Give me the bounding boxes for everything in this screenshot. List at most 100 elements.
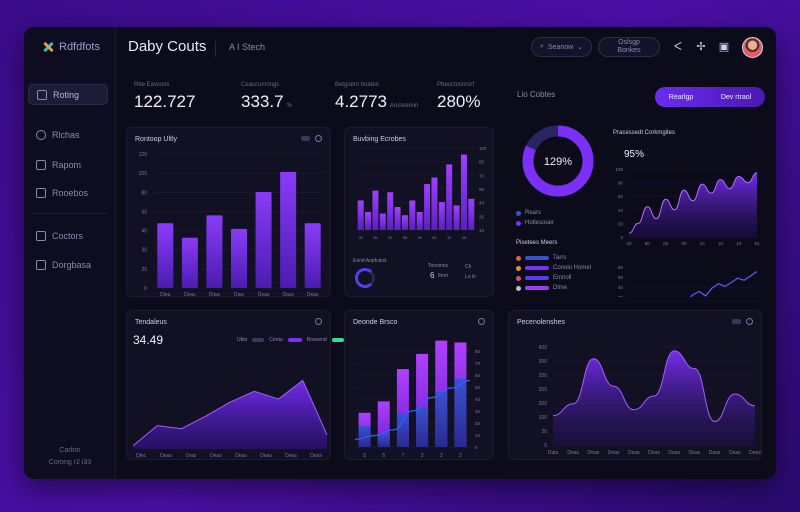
x-tick-label: Dias bbox=[234, 292, 245, 298]
x-tick-label: Oraz bbox=[186, 453, 197, 459]
x-tick-label: 5 bbox=[382, 453, 385, 459]
sidebar-item-label: Roting bbox=[53, 89, 80, 100]
x-tick-label: 00 bbox=[681, 241, 687, 246]
bar bbox=[453, 205, 460, 230]
sidebar-item-coctors[interactable]: Coctors bbox=[28, 225, 108, 246]
bar bbox=[401, 215, 408, 230]
cta-left-label[interactable]: Rearlgp bbox=[669, 94, 694, 101]
report-icon bbox=[36, 159, 46, 170]
x-tick-label: 10 bbox=[700, 241, 706, 246]
x-tick-label: 45 bbox=[462, 235, 467, 240]
x-tick-label: Data bbox=[548, 450, 559, 456]
sidebar-item-rapom[interactable]: Rapom bbox=[28, 154, 108, 175]
y-tick-label: 10 bbox=[479, 228, 485, 233]
bar bbox=[157, 223, 174, 288]
sidebar-item-dorgbasa[interactable]: Dorgbasa bbox=[28, 254, 108, 275]
grid-icon bbox=[36, 187, 46, 198]
list-item: Conoio Homel bbox=[553, 265, 592, 271]
donut-card: 129% Rears Hotlesouer bbox=[508, 115, 608, 235]
action-toggle[interactable]: Rearlgp Dev rtraol bbox=[655, 87, 765, 107]
y-tick-label: 20 bbox=[475, 421, 481, 426]
chevron-icon[interactable]: ᐸ bbox=[671, 40, 685, 54]
sidebar-item-rooebos[interactable]: Rooebos bbox=[28, 182, 108, 203]
stacked-bar-card: Deonde Brsco 80 70 60 50 40 30 20 10 0 S 5 7 3 3 2 bbox=[344, 310, 494, 460]
bar bbox=[357, 200, 364, 230]
x-tick-label: 10 bbox=[447, 235, 452, 240]
sidebar-item-label: Rlchas bbox=[52, 129, 80, 140]
y-tick-label: 60 bbox=[618, 194, 624, 199]
account-pill[interactable]: Oslsgp Bonkes bbox=[598, 37, 660, 57]
database-icon bbox=[36, 259, 46, 270]
bar bbox=[416, 211, 423, 230]
y-tick-label: 100 bbox=[615, 167, 623, 172]
cta-right-label[interactable]: Dev rtraol bbox=[721, 94, 751, 101]
x-tick-label: 7 bbox=[402, 453, 405, 459]
y-tick-label: 60 bbox=[141, 209, 147, 215]
donut-value: 129% bbox=[544, 156, 572, 168]
footer-side: Ch bbox=[465, 264, 472, 270]
y-tick-label: 60 bbox=[475, 373, 481, 378]
brand-name: Rdfdfots bbox=[59, 41, 100, 53]
x-tick-label: Deas bbox=[307, 292, 319, 298]
sidebar-item-label: Coctors bbox=[52, 230, 84, 241]
account-line1: Oslsgp bbox=[618, 39, 640, 46]
bar bbox=[394, 207, 401, 230]
y-tick-label: 40 bbox=[475, 397, 481, 402]
stat-unit: % bbox=[286, 103, 292, 109]
x-tick-label: 20 bbox=[626, 241, 632, 246]
footer-sub: Tonoinns bbox=[428, 263, 449, 269]
sidebar-footer-title: Carbor bbox=[59, 447, 81, 454]
area-fill bbox=[133, 380, 327, 449]
card-title: Pisetees Meers bbox=[516, 240, 558, 246]
x-tick-label: 90 bbox=[417, 235, 422, 240]
stacked-bar-chart: 80 70 60 50 40 30 20 10 0 S 5 7 3 3 2 bbox=[354, 340, 481, 459]
y-tick-label: 300 bbox=[539, 359, 548, 365]
x-tick-label: Deas bbox=[160, 453, 172, 459]
y-tick-label: 80 bbox=[141, 190, 147, 196]
x-tick-label: Deas bbox=[310, 453, 322, 459]
list-item: Dlme bbox=[553, 285, 568, 291]
x-tick-label: Deas bbox=[210, 453, 222, 459]
y-tick-label: 20 bbox=[141, 267, 147, 273]
y-tick-label: 80 bbox=[618, 181, 624, 186]
wave-chart: 600300200250300100200Data Deas Deas Deas Dea… bbox=[539, 345, 762, 456]
bar bbox=[255, 191, 272, 288]
bar-chart: 120 100 80 60 40 30 20 0 Dlea Deas Ditas Dias Deas Da… bbox=[139, 152, 325, 298]
sidebar-item-rlchas[interactable]: Rlchas bbox=[28, 124, 108, 145]
sidebar-item-roting[interactable]: Roting bbox=[28, 84, 108, 105]
y-tick-label: 600 bbox=[539, 345, 548, 351]
avatar[interactable] bbox=[742, 37, 763, 58]
dashboard-window: Rdfdfots Roting Rlchas Rapom Rooebos Coc… bbox=[24, 27, 776, 479]
search-icon bbox=[36, 129, 46, 140]
footer-sub: Ihrer bbox=[438, 273, 449, 279]
stat-label: Ceaccumrings bbox=[241, 82, 280, 88]
puzzle-icon[interactable]: ✢ bbox=[694, 40, 708, 54]
x-tick-label: S bbox=[363, 453, 367, 459]
brand-logo[interactable]: Rdfdfots bbox=[42, 41, 100, 53]
search-pill[interactable]: ⌕ Seanow ⌄ bbox=[531, 37, 592, 57]
y-tick-label: 30 bbox=[475, 409, 481, 414]
stat-value: 333.7 bbox=[241, 92, 284, 111]
x-tick-label: Dass bbox=[282, 292, 294, 298]
x-tick-label: Deas bbox=[588, 450, 600, 456]
x-tick-label: 3 bbox=[421, 453, 424, 459]
x-tick-label: Deas bbox=[567, 450, 579, 456]
account-line2: Bonkes bbox=[617, 47, 641, 54]
sidebar-divider bbox=[32, 213, 108, 214]
bar bbox=[468, 198, 475, 230]
sidebar-footer-sub: Corong r2 i33 bbox=[48, 459, 92, 466]
search-icon: ⌕ bbox=[539, 43, 544, 50]
x-tick-label: 80 bbox=[645, 241, 651, 246]
bar bbox=[280, 171, 297, 288]
y-tick-label: 55 bbox=[479, 187, 485, 192]
area-chart: Qlnc Deas Oraz Deas Deas Deas Deas Deas bbox=[132, 379, 328, 459]
y-tick-label: 85 bbox=[479, 160, 485, 165]
notification-icon[interactable]: ▣ bbox=[717, 40, 731, 54]
y-tick-label: 40 bbox=[618, 285, 624, 290]
bar bbox=[372, 190, 379, 230]
bar-base bbox=[396, 413, 409, 447]
x-tick-label: 50 bbox=[432, 235, 437, 240]
y-tick-label: 80 bbox=[475, 349, 481, 354]
x-tick-label: 81 bbox=[754, 241, 760, 246]
y-tick-label: 40 bbox=[618, 208, 624, 213]
